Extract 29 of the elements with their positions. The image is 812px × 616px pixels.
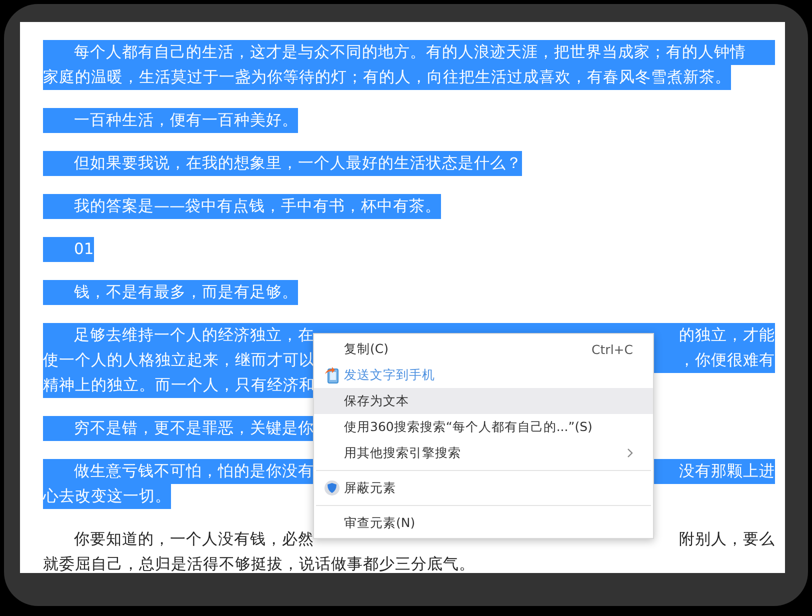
menu-item[interactable]: 使用360搜索搜索“每个人都有自己的...”(S) [314,414,653,440]
menu-item[interactable]: 用其他搜索引擎搜索 [314,440,653,466]
paragraph-text: 心去改变这一切。 [43,486,171,507]
paragraph-text: 家庭的温暖，生活莫过于一盏为你等待的灯；有的人，向往把生活过成喜欢，有春风冬雪煮新茶。 [43,67,731,88]
menu-item[interactable]: 保存为文本 [314,388,653,414]
paragraph-text: 就委屈自己，总归是活得不够挺拔，说话做事都少三分底气。 [43,554,475,575]
paragraph-text: 附别人，要么 [679,529,775,550]
shield-icon [324,480,340,496]
paragraph-text: 没有那颗上进 [679,461,775,482]
paragraph-text: 穷不是错，更不是罪恶，关键是你 [73,418,314,439]
paragraph-text: 你要知道的，一个人没有钱，必然 [73,529,314,550]
paragraph-text: 一百种生活，便有一百种美好。 [73,110,298,131]
paragraph-text: 的独立，才能 [679,325,775,346]
paragraph-text: 使一个人的人格独立起来，继而才可以 [43,350,315,371]
shortcut-text: Ctrl+C [592,342,633,356]
paragraph-text: 每个人都有自己的生活，这才是与众不同的地方。有的人浪迹天涯，把世界当成家；有的人钟情 [73,42,746,63]
menu-item[interactable]: 复制(C) Ctrl+C [314,336,653,362]
chevron-right-icon [627,448,633,458]
menu-item[interactable]: 屏蔽元素 [314,475,653,501]
paragraph-text: 足够去维持一个人的经济独立，在 [73,325,314,346]
paragraph-text: 01 [73,239,94,260]
paragraph-text: 但如果要我说，在我的想象里，一个人最好的生活状态是什么？ [73,153,522,174]
paragraph-text: 做生意亏钱不可怕，怕的是你没有 [73,461,314,482]
paragraph-text: 钱，不是有最多，而是有足够。 [73,282,298,303]
paragraph-text: ，你便很难有 [679,350,775,371]
paragraph-text: 我的答案是——袋中有点钱，手中有书，杯中有茶。 [73,196,441,217]
paragraph-text: 精神上的独立。而一个人，只有经济和 [43,375,315,396]
menu-item[interactable]: 审查元素(N) [314,510,653,536]
phone-arrow-icon [324,366,340,384]
